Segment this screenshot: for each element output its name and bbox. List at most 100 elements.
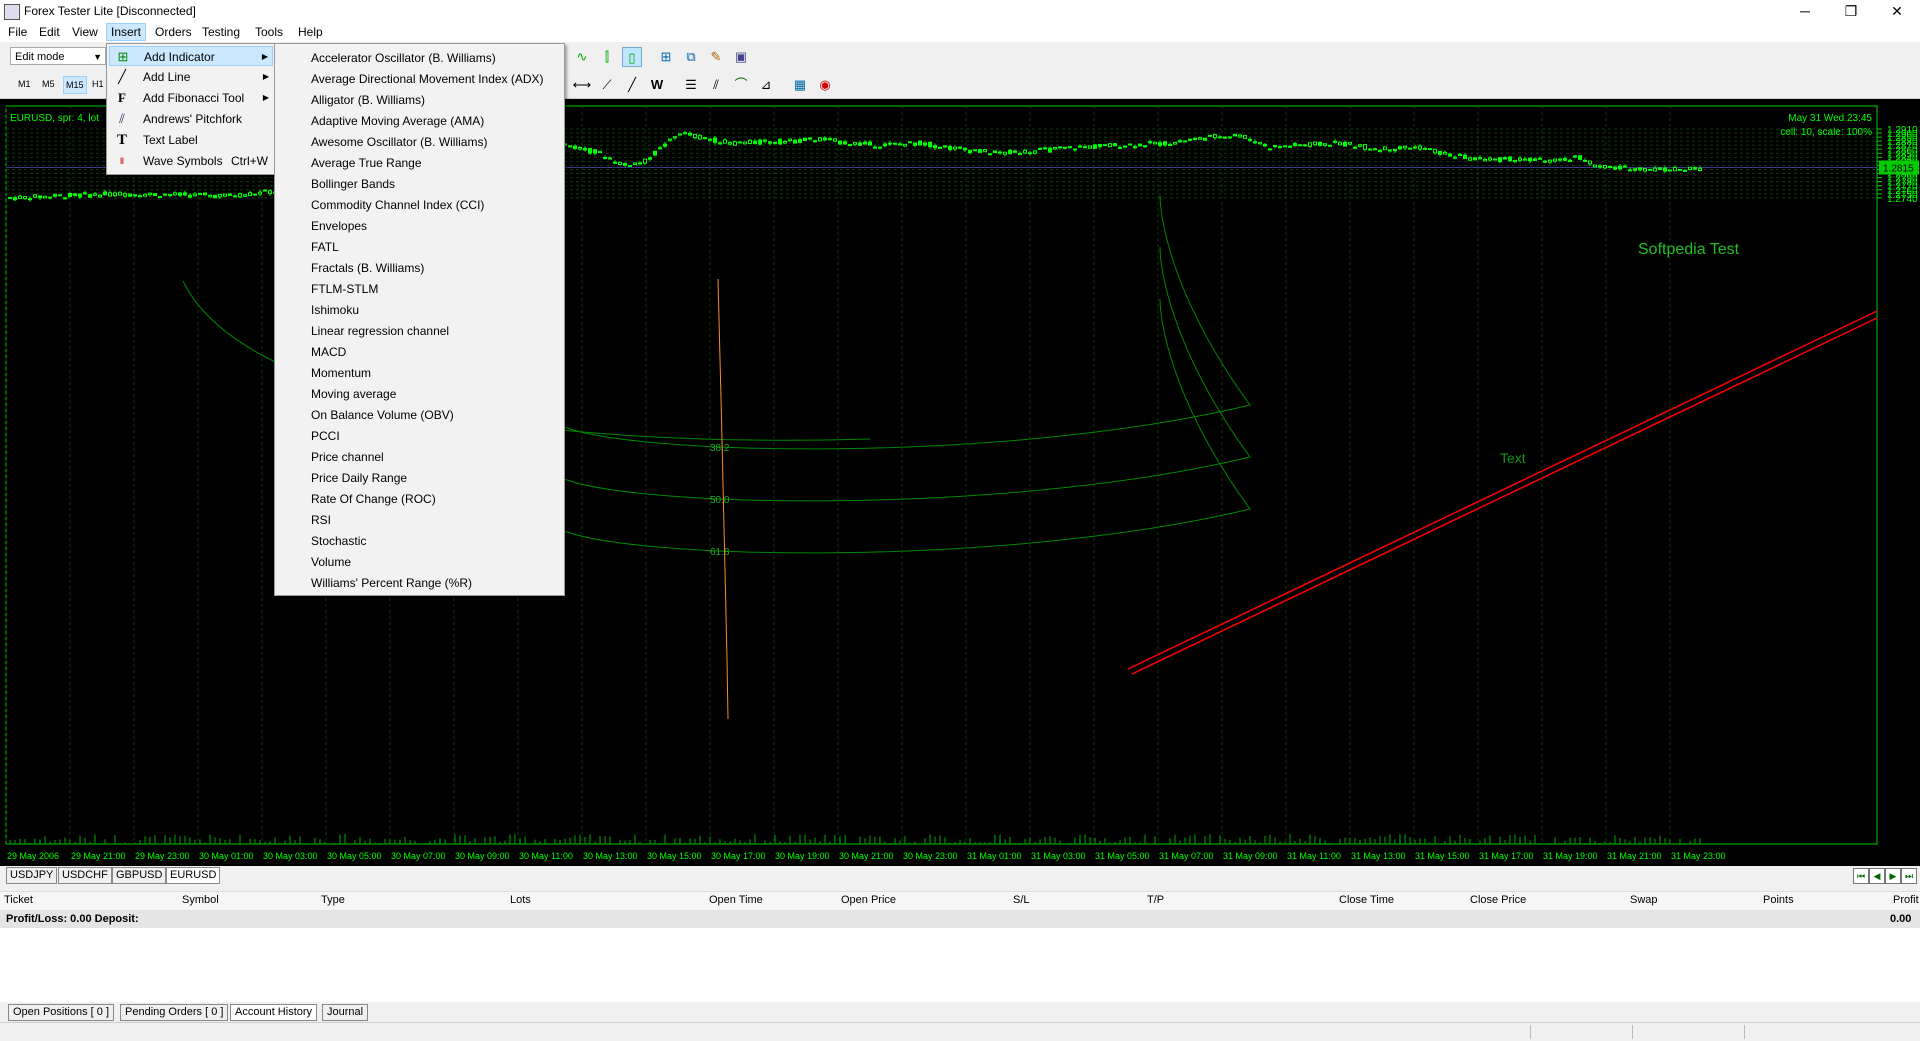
indicator-menu-item[interactable]: Price Daily Range <box>311 468 407 489</box>
candle-body <box>1628 169 1632 172</box>
candle-chart-icon[interactable]: ▯ <box>622 47 642 67</box>
indicator-menu-item[interactable]: Rate Of Change (ROC) <box>311 489 436 510</box>
brush-icon[interactable]: ✎ <box>706 47 726 67</box>
indicator-menu-item[interactable]: Accelerator Oscillator (B. Williams) <box>311 48 496 69</box>
horizontal-line-icon[interactable]: ⟷ <box>572 75 592 95</box>
menu-edit[interactable]: Edit <box>35 24 64 40</box>
col-close-price[interactable]: Close Price <box>1470 894 1526 906</box>
tab-journal[interactable]: Journal <box>322 1004 369 1021</box>
menu-insert[interactable]: Insert <box>106 23 147 41</box>
scroll-left-icon[interactable]: ◀ <box>1869 868 1885 884</box>
col-close-time[interactable]: Close Time <box>1339 894 1394 906</box>
indicator-menu-item[interactable]: Commodity Channel Index (CCI) <box>311 195 484 216</box>
col-symbol[interactable]: Symbol <box>182 894 219 906</box>
candle-body <box>1573 155 1577 158</box>
col-open-price[interactable]: Open Price <box>841 894 896 906</box>
tab-usdchf[interactable]: USDCHF <box>58 867 112 884</box>
tab-gbpusd[interactable]: GBPUSD <box>112 867 167 884</box>
indicator-menu-item[interactable]: On Balance Volume (OBV) <box>311 405 454 426</box>
indicator-menu-item[interactable]: Price channel <box>311 447 384 468</box>
refresh-icon[interactable]: ◉ <box>815 75 835 95</box>
indicator-menu-item[interactable]: MACD <box>311 342 346 363</box>
menu-file[interactable]: File <box>4 24 31 40</box>
menu-wave-symbols[interactable]: Ⅱ Wave Symbols Ctrl+W <box>109 151 273 171</box>
menu-view[interactable]: View <box>68 24 102 40</box>
candle-body <box>1278 146 1282 149</box>
colors-icon[interactable]: ▦ <box>790 75 810 95</box>
menu-andrews-pitchfork[interactable]: ⫽ Andrews' Pitchfork <box>109 109 273 129</box>
candle-body <box>1413 146 1417 149</box>
menu-help[interactable]: Help <box>294 24 327 40</box>
tab-pending-orders[interactable]: Pending Orders [ 0 ] <box>120 1004 229 1021</box>
col-profit[interactable]: Profit <box>1893 894 1919 906</box>
col-open-time[interactable]: Open Time <box>709 894 763 906</box>
candle-body <box>578 146 582 150</box>
menu-add-fibonacci[interactable]: F Add Fibonacci Tool ▶ <box>109 88 273 108</box>
scroll-first-icon[interactable]: ⏮ <box>1853 868 1869 884</box>
indicator-menu-item[interactable]: Ishimoku <box>311 300 359 321</box>
indicator-menu-item[interactable]: Fractals (B. Williams) <box>311 258 424 279</box>
candle-body <box>1108 143 1112 148</box>
windows-icon[interactable]: ⧉ <box>681 47 701 67</box>
col-points[interactable]: Points <box>1763 894 1794 906</box>
candle-body <box>1348 142 1352 145</box>
tab-eurusd[interactable]: EURUSD <box>166 867 221 884</box>
menu-tools[interactable]: Tools <box>251 24 287 40</box>
indicator-tool-icon[interactable]: ∿ <box>572 47 592 67</box>
indicator-menu-item[interactable]: PCCI <box>311 426 340 447</box>
close-icon[interactable]: ✕ <box>1874 0 1920 22</box>
col-sl[interactable]: S/L <box>1013 894 1030 906</box>
indicator-menu-item[interactable]: Adaptive Moving Average (AMA) <box>311 111 484 132</box>
positions-table-body[interactable] <box>0 928 1920 1002</box>
indicator-menu-item[interactable]: RSI <box>311 510 331 531</box>
indicator-menu-item[interactable]: Williams' Percent Range (%R) <box>311 573 472 594</box>
menu-add-indicator[interactable]: ⊞ Add Indicator ▶ <box>109 46 273 66</box>
menu-orders[interactable]: Orders <box>151 24 196 40</box>
tab-usdjpy[interactable]: USDJPY <box>6 867 58 884</box>
col-tp[interactable]: T/P <box>1147 894 1164 906</box>
timeframe-h1[interactable]: H1 <box>90 76 106 92</box>
col-type[interactable]: Type <box>321 894 345 906</box>
col-swap[interactable]: Swap <box>1630 894 1658 906</box>
timeframe-m1[interactable]: M1 <box>16 76 33 92</box>
menu-text-label[interactable]: T Text Label <box>109 130 273 150</box>
indicator-menu-item[interactable]: Alligator (B. Williams) <box>311 90 425 111</box>
scroll-last-icon[interactable]: ⏭ <box>1901 868 1917 884</box>
indicator-menu-item[interactable]: Momentum <box>311 363 371 384</box>
scroll-right-icon[interactable]: ▶ <box>1885 868 1901 884</box>
indicator-menu-item[interactable]: Average Directional Movement Index (ADX) <box>311 69 544 90</box>
timeframe-m5[interactable]: M5 <box>40 76 57 92</box>
indicator-menu-item[interactable]: Stochastic <box>311 531 366 552</box>
indicator-menu-item[interactable]: Linear regression channel <box>311 321 449 342</box>
arcs-icon[interactable]: ⌒ <box>731 75 751 95</box>
candle-body <box>983 148 987 153</box>
mode-select[interactable]: Edit mode ▼ <box>10 47 106 65</box>
indicator-menu-item[interactable]: Awesome Oscillator (B. Williams) <box>311 132 487 153</box>
maximize-icon[interactable]: ❐ <box>1828 0 1874 22</box>
menu-add-line[interactable]: ╱ Add Line ▶ <box>109 67 273 87</box>
wave-icon[interactable]: W <box>647 75 667 95</box>
indicator-menu-item[interactable]: Moving average <box>311 384 396 405</box>
channel-icon[interactable]: ⫽ <box>706 75 726 95</box>
bar-chart-icon[interactable]: ⫿ <box>597 47 617 67</box>
timeframe-m15[interactable]: M15 <box>63 76 87 94</box>
col-lots[interactable]: Lots <box>510 894 531 906</box>
tab-account-history[interactable]: Account History <box>230 1004 318 1021</box>
trend-line-icon[interactable]: ╱ <box>622 75 642 95</box>
fan-icon[interactable]: ⊿ <box>756 75 776 95</box>
col-ticket[interactable]: Ticket <box>4 894 33 906</box>
fibonacci-lines-icon[interactable]: ☰ <box>681 75 701 95</box>
indicator-menu-item[interactable]: FTLM-STLM <box>311 279 378 300</box>
ray-icon[interactable]: ⟋ <box>597 75 617 95</box>
indicator-menu-item[interactable]: Average True Range <box>311 153 422 174</box>
new-chart-icon[interactable]: ⊞ <box>656 47 676 67</box>
candle-body <box>783 140 787 144</box>
menu-testing[interactable]: Testing <box>198 24 244 40</box>
indicator-menu-item[interactable]: FATL <box>311 237 339 258</box>
indicator-menu-item[interactable]: Envelopes <box>311 216 367 237</box>
properties-icon[interactable]: ▣ <box>731 47 751 67</box>
indicator-menu-item[interactable]: Bollinger Bands <box>311 174 395 195</box>
indicator-menu-item[interactable]: Volume <box>311 552 351 573</box>
tab-open-positions[interactable]: Open Positions [ 0 ] <box>8 1004 114 1021</box>
minimize-icon[interactable]: ─ <box>1782 0 1828 22</box>
